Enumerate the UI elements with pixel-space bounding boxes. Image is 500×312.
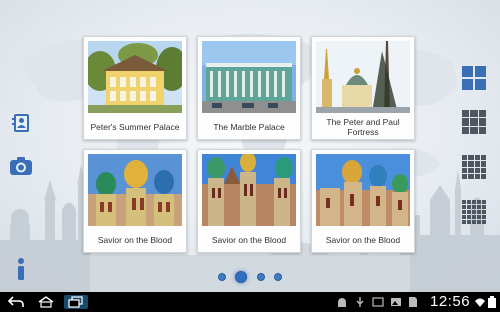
info-button[interactable] [8, 256, 34, 282]
landmark-card-savior-blood-2[interactable]: Savior on the Blood [197, 149, 301, 253]
landmark-caption: Savior on the Blood [97, 235, 173, 245]
grid-3x3-button[interactable] [462, 110, 486, 134]
landmark-photo [88, 154, 182, 226]
landmark-card-savior-blood-1[interactable]: Savior on the Blood [83, 149, 187, 253]
info-icon [18, 258, 24, 280]
landmark-photo [202, 41, 296, 113]
home-icon [38, 296, 54, 308]
landmark-card-savior-blood-3[interactable]: Savior on the Blood [311, 149, 415, 253]
camera-button[interactable] [8, 153, 34, 179]
back-icon [8, 296, 24, 307]
contacts-button[interactable] [8, 110, 34, 136]
page-dot[interactable] [273, 273, 282, 281]
recent-apps-button[interactable] [64, 295, 88, 309]
page-indicator [218, 270, 282, 284]
landmark-photo [316, 154, 410, 226]
battery-icon [488, 296, 496, 308]
landmark-card-summer-palace[interactable]: Peter's Summer Palace [83, 36, 187, 140]
screenshot-icon [372, 297, 384, 307]
landmark-photo [202, 154, 296, 226]
grid-5x5-button[interactable] [462, 200, 486, 224]
usb-icon [356, 297, 364, 307]
landmark-caption: Peter's Summer Palace [90, 122, 180, 132]
gallery-icon [391, 298, 401, 306]
android-debug-icon [338, 298, 346, 307]
camera-icon [10, 157, 32, 175]
landmark-card-peter-paul-fortress[interactable]: The Peter and Paul Fortress [311, 36, 415, 140]
page-dot[interactable] [256, 273, 265, 281]
landmark-caption: The Peter and Paul Fortress [326, 117, 400, 137]
home-button[interactable] [36, 295, 56, 309]
recent-apps-icon [68, 296, 83, 308]
landmark-photo [316, 41, 410, 113]
clock: 12:56 [430, 293, 471, 310]
landmark-card-marble-palace[interactable]: The Marble Palace [197, 36, 301, 140]
landmark-photo [88, 41, 182, 113]
landmark-caption: Savior on the Blood [325, 235, 401, 245]
landmark-caption: The Marble Palace [213, 122, 285, 132]
system-bar: 12:56 [0, 292, 500, 312]
page-dot[interactable] [218, 273, 226, 281]
page-dot-current[interactable] [235, 271, 248, 283]
landmark-caption: Savior on the Blood [211, 235, 287, 245]
sd-card-icon [409, 297, 417, 307]
back-button[interactable] [6, 295, 26, 309]
wifi-icon [475, 298, 485, 307]
grid-4x4-button[interactable] [462, 155, 486, 179]
grid-2x2-button[interactable] [462, 66, 486, 90]
address-card-icon [12, 114, 29, 132]
